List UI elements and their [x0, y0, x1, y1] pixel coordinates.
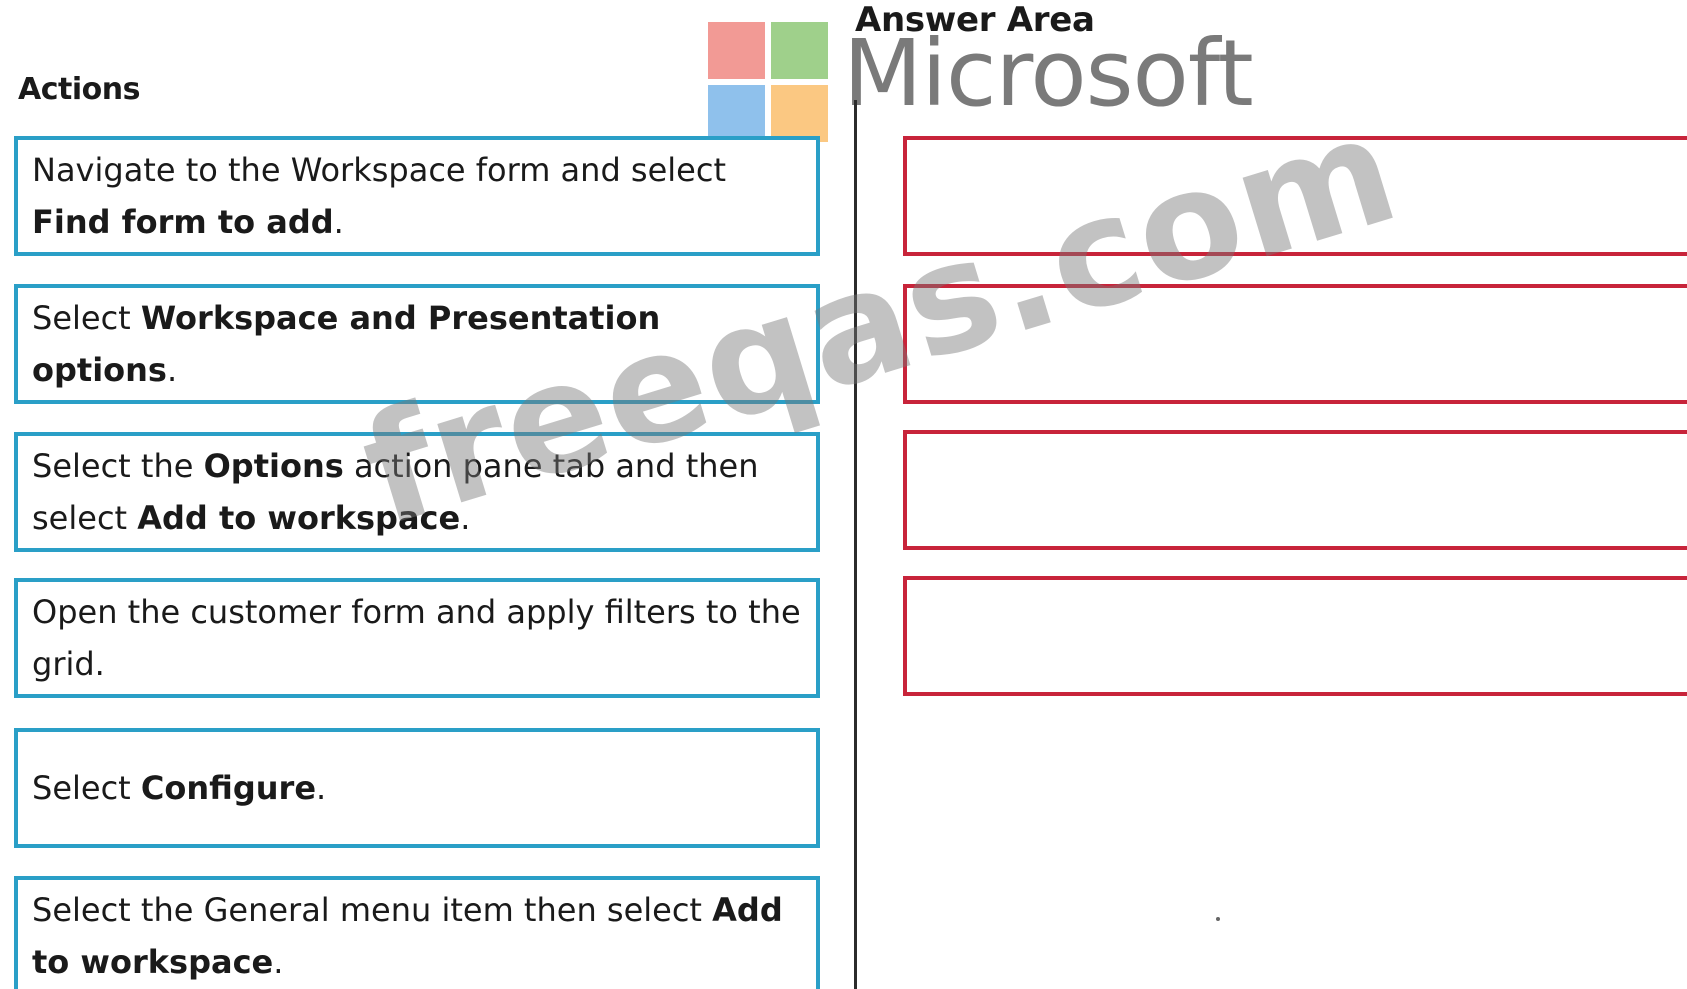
stray-dot: [1216, 917, 1220, 921]
logo-square-blue: [708, 85, 765, 142]
logo-square-yellow: [771, 85, 828, 142]
action-text: Select: [32, 769, 141, 807]
action-item[interactable]: Navigate to the Workspace form and selec…: [14, 136, 820, 256]
action-item-text: Open the customer form and apply filters…: [32, 586, 802, 690]
action-text: .: [316, 769, 327, 807]
action-text: Open the customer form and apply filters…: [32, 593, 801, 683]
action-item[interactable]: Select Workspace and Presentation option…: [14, 284, 820, 404]
action-item-text: Navigate to the Workspace form and selec…: [32, 144, 802, 248]
action-text-bold: Find form to add: [32, 203, 334, 241]
logo-square-red: [708, 22, 765, 79]
action-text-bold: Add to workspace: [137, 499, 461, 537]
action-text: .: [273, 943, 284, 981]
action-item[interactable]: Select Configure.: [14, 728, 820, 848]
column-divider: [854, 100, 857, 989]
action-item-text: Select Workspace and Presentation option…: [32, 292, 802, 396]
action-item[interactable]: Open the customer form and apply filters…: [14, 578, 820, 698]
microsoft-wordmark: Microsoft: [843, 20, 1254, 127]
answer-slot[interactable]: [903, 576, 1687, 696]
action-item-text: Select the Options action pane tab and t…: [32, 440, 802, 544]
answer-slot[interactable]: [903, 136, 1687, 256]
logo-square-green: [771, 22, 828, 79]
action-text: Select: [32, 299, 141, 337]
action-item[interactable]: Select the General menu item then select…: [14, 876, 820, 989]
action-text: Select the: [32, 447, 204, 485]
drag-drop-question: Answer Area Microsoft Actions Navigate t…: [0, 0, 1687, 989]
action-text: Navigate to the Workspace form and selec…: [32, 151, 726, 189]
action-text: .: [166, 351, 178, 389]
action-text: Select the General menu item then select: [32, 891, 713, 929]
action-item-text: Select the General menu item then select…: [32, 884, 802, 988]
answer-slot[interactable]: [903, 430, 1687, 550]
action-text: .: [333, 203, 344, 241]
action-text-bold: Configure: [140, 769, 317, 807]
action-item[interactable]: Select the Options action pane tab and t…: [14, 432, 820, 552]
microsoft-logo-icon: [708, 22, 830, 144]
actions-title: Actions: [18, 72, 140, 107]
action-text-bold: Options: [203, 447, 344, 485]
action-text: .: [460, 499, 471, 537]
answer-slot[interactable]: [903, 284, 1687, 404]
action-item-text: Select Configure.: [32, 762, 326, 814]
